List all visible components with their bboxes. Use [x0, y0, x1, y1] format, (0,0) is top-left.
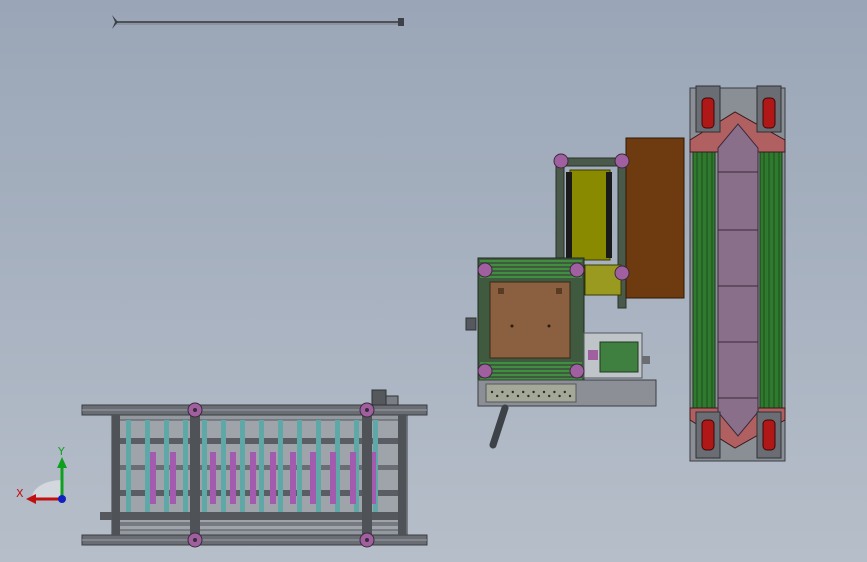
rack-bar — [210, 452, 216, 504]
plate-dot — [501, 390, 504, 394]
plate-dot — [548, 394, 551, 398]
caster-top-left — [695, 85, 721, 133]
rail-stripe — [480, 370, 582, 372]
rack-bar — [310, 452, 316, 504]
rack-bar — [290, 452, 296, 504]
rail-stripe — [480, 362, 582, 364]
rack-bar — [250, 452, 256, 504]
rack-bar — [221, 420, 226, 512]
plate-dot — [527, 394, 530, 398]
lower-rack-assembly[interactable] — [81, 389, 428, 548]
rail-stripe — [480, 276, 582, 278]
rack-bar — [150, 452, 156, 504]
caster-top-right — [756, 85, 782, 133]
axis-triad: Y X — [16, 445, 67, 504]
rail-stripe — [480, 366, 582, 368]
rack-bar — [278, 420, 283, 512]
rail-stripe — [480, 268, 582, 270]
rack-bar — [316, 420, 321, 512]
rack-bar — [170, 452, 176, 504]
caster-bottom-right — [756, 411, 782, 459]
rack-bar — [230, 452, 236, 504]
rail-stripe — [480, 260, 582, 262]
rack-bar — [259, 420, 264, 512]
rack-bar — [297, 420, 302, 512]
rack-bar — [126, 420, 131, 512]
plate-dot — [568, 394, 572, 398]
rail-stripe — [480, 374, 582, 376]
plate-dot — [563, 390, 566, 394]
plate-dot — [558, 394, 561, 398]
plate-dot — [542, 390, 546, 394]
rack-bar — [240, 420, 245, 512]
rack-bar — [164, 420, 169, 512]
plate-dot — [490, 390, 494, 394]
plate-dot — [506, 394, 509, 398]
center-workstation-assembly[interactable] — [465, 137, 685, 449]
rail-stripe — [480, 264, 582, 266]
cad-viewport[interactable]: Y X — [0, 0, 867, 562]
top-rod-part[interactable] — [112, 15, 404, 29]
plate-dot — [537, 394, 540, 398]
y-axis-label: Y — [57, 445, 65, 458]
x-axis-label: X — [16, 487, 24, 500]
rack-bar — [330, 452, 336, 504]
rail-stripe — [480, 272, 582, 274]
plate-dot — [532, 390, 535, 394]
rack-bar — [183, 420, 188, 512]
plate-dot — [522, 390, 525, 394]
plate-dot — [516, 394, 520, 398]
rack-bar — [202, 420, 207, 512]
rack-bar — [350, 452, 356, 504]
plate-dot — [553, 390, 556, 394]
right-conveyor-assembly[interactable] — [689, 85, 786, 462]
rack-bar — [270, 452, 276, 504]
plate-dot — [496, 394, 499, 398]
caster-bottom-left — [695, 411, 721, 459]
plate-dot — [511, 390, 514, 394]
rack-bar — [145, 420, 150, 512]
model-scene[interactable]: Y X — [0, 0, 867, 562]
